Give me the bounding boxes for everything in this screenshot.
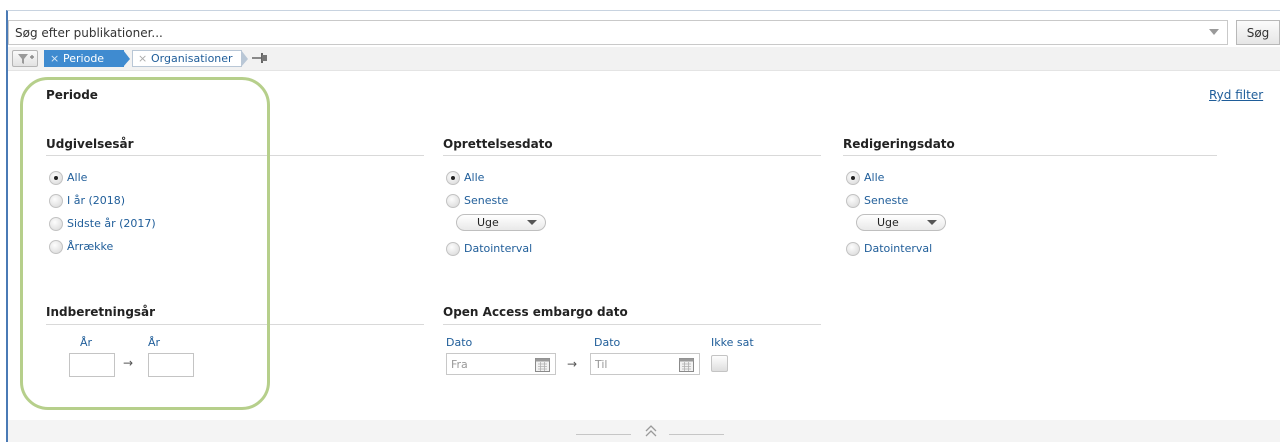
pin-icon[interactable] <box>252 52 270 64</box>
section-title-redigeringsdato: Redigeringsdato <box>843 137 955 151</box>
oprettelsesdato-period-select[interactable]: Uge <box>456 214 546 231</box>
clear-filter-link[interactable]: Ryd filter <box>1209 88 1263 102</box>
to-year-label: År <box>148 336 161 349</box>
crumb-label: Periode <box>63 52 105 65</box>
radio-button[interactable] <box>446 194 460 208</box>
from-date-input[interactable] <box>446 353 556 375</box>
radio-button[interactable] <box>446 242 460 256</box>
section-divider <box>46 324 424 325</box>
radio-button[interactable] <box>49 240 63 254</box>
section-divider <box>843 155 1217 156</box>
collapse-divider <box>669 434 724 435</box>
filter-bar: × Periode × Organisationer <box>8 47 1280 71</box>
section-title-udgivelsesaar: Udgivelsesår <box>46 137 134 151</box>
calendar-icon[interactable] <box>535 357 550 372</box>
not-set-label: Ikke sat <box>711 336 754 349</box>
to-date-field[interactable] <box>591 354 671 374</box>
arrow-right-icon: → <box>123 356 134 370</box>
from-year-label: År <box>80 336 93 349</box>
calendar-icon[interactable] <box>679 357 694 372</box>
filter-crumb-organisationer[interactable]: × Organisationer <box>132 50 248 67</box>
collapse-bar <box>8 420 1280 442</box>
app-frame <box>6 10 1280 442</box>
radio-button[interactable] <box>846 194 860 208</box>
panel-title: Periode <box>46 88 98 102</box>
section-divider <box>443 155 821 156</box>
section-divider <box>443 324 821 325</box>
radio-button[interactable] <box>49 217 63 231</box>
section-title-oprettelsesdato: Oprettelsesdato <box>443 137 553 151</box>
double-chevron-up-icon[interactable] <box>644 424 658 438</box>
remove-crumb-icon[interactable]: × <box>138 51 147 66</box>
add-filter-button[interactable] <box>12 50 38 67</box>
chevron-down-icon[interactable] <box>1209 29 1219 35</box>
crumb-label: Organisationer <box>151 52 233 65</box>
not-set-checkbox[interactable] <box>711 355 728 372</box>
radio-button[interactable] <box>446 171 460 185</box>
radio-button[interactable] <box>49 194 63 208</box>
to-year-input[interactable] <box>148 353 194 377</box>
search-bar <box>8 20 1228 45</box>
search-input[interactable] <box>9 21 1189 44</box>
section-divider <box>46 155 424 156</box>
radio-button[interactable] <box>846 171 860 185</box>
funnel-plus-icon <box>18 54 34 64</box>
filter-crumb-periode[interactable]: × Periode <box>44 50 130 67</box>
from-date-field[interactable] <box>447 354 527 374</box>
redigeringsdato-period-select[interactable]: Uge <box>856 214 946 231</box>
from-date-label: Dato <box>446 336 473 349</box>
to-date-input[interactable] <box>590 353 700 375</box>
to-date-label: Dato <box>594 336 621 349</box>
chevron-down-icon <box>927 220 937 225</box>
chevron-down-icon <box>527 220 537 225</box>
radio-button[interactable] <box>49 171 63 185</box>
radio-button[interactable] <box>846 242 860 256</box>
from-year-input[interactable] <box>69 353 115 377</box>
search-button[interactable]: Søg <box>1236 20 1280 45</box>
section-title-indberetningsaar: Indberetningsår <box>46 305 156 319</box>
collapse-divider <box>576 434 631 435</box>
remove-crumb-icon[interactable]: × <box>50 51 59 66</box>
arrow-right-icon: → <box>567 357 578 371</box>
section-title-open-access: Open Access embargo dato <box>443 305 628 319</box>
